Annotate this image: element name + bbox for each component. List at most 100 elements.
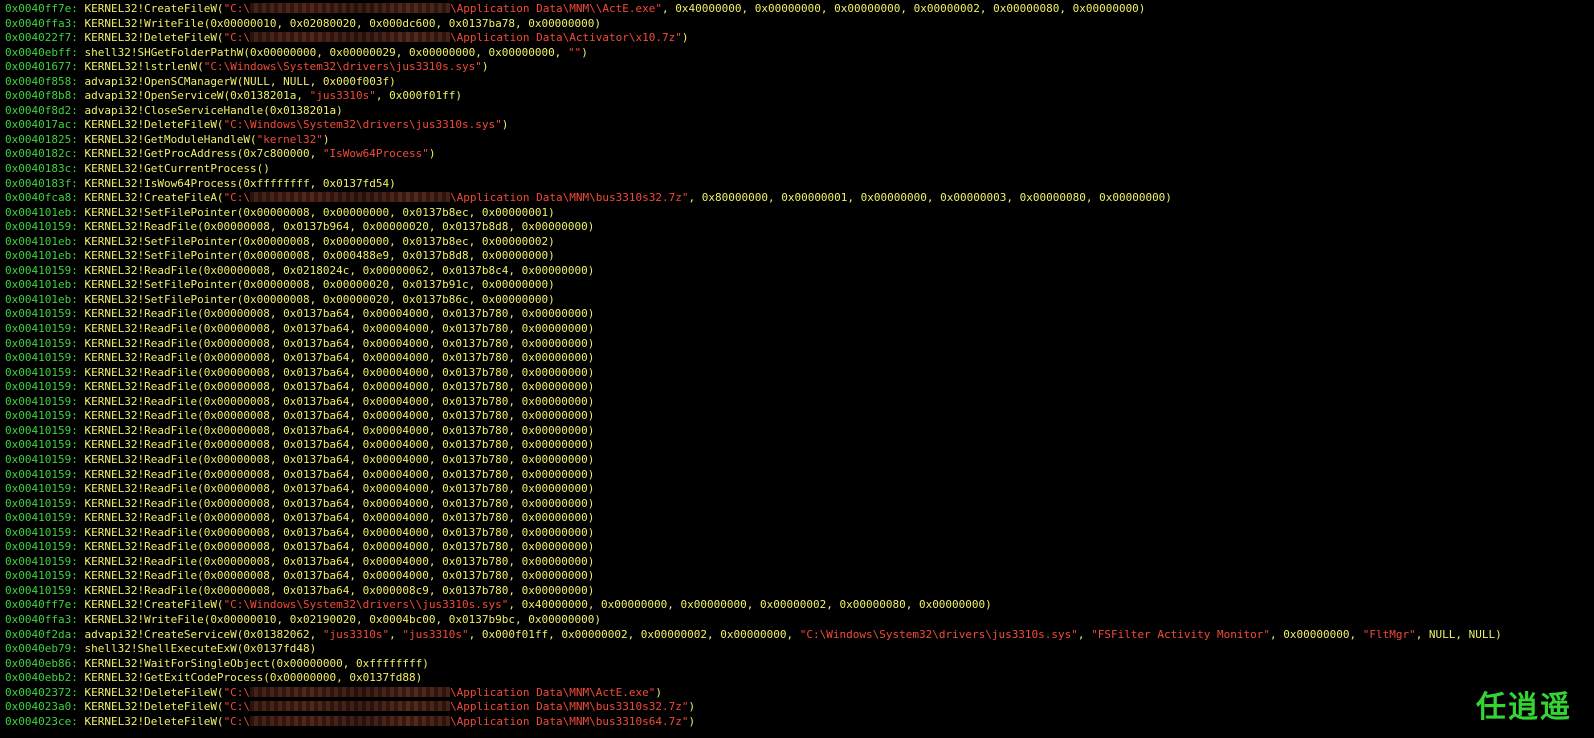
address-text: 0x00401825: [5, 132, 85, 146]
log-line: 0x004101eb: KERNEL32!SetFilePointer(0x00… [5, 235, 1594, 250]
address-text: 0x0040ebff: [5, 45, 85, 59]
log-line: 0x004101eb: KERNEL32!SetFilePointer(0x00… [5, 249, 1594, 264]
api-call-text: , [1077, 627, 1092, 641]
api-call-text: , 0x40000000, 0x00000000, 0x00000000, 0x… [508, 598, 992, 612]
address-text: 0x0040f2da: [5, 627, 85, 641]
address-text: 0x00410159: [5, 423, 85, 437]
address-text: 0x00410159: [5, 322, 85, 336]
api-call-text: KERNEL32!ReadFile(0x00000008, 0x0137ba64… [84, 525, 595, 539]
log-line: 0x0040fca8: KERNEL32!CreateFileA("C:\ \Ap… [5, 191, 1594, 206]
log-line: 0x00402372: KERNEL32!DeleteFileW("C:\ \Ap… [5, 686, 1594, 701]
string-arg-text: \Application Data\MNM\\ActE.exe" [450, 2, 662, 15]
string-arg-text: "C:\ [223, 191, 251, 205]
string-arg-text: "C:\ [223, 685, 251, 699]
api-call-text: ) [501, 118, 509, 132]
api-call-text: KERNEL32!ReadFile(0x00000008, 0x0137ba64… [84, 409, 595, 423]
address-text: 0x004101eb: [5, 292, 85, 306]
string-arg-text: "C:\ [223, 2, 251, 15]
api-call-text: KERNEL32!DeleteFileW( [84, 714, 224, 728]
log-line: 0x00401825: KERNEL32!GetModuleHandleW("k… [5, 133, 1594, 148]
api-call-text: , 0x00000000, [1269, 627, 1363, 641]
string-arg-text: "jus3310s" [309, 89, 376, 103]
api-call-text: ) [688, 714, 696, 728]
api-call-text: KERNEL32!GetProcAddress(0x7c800000, [84, 147, 323, 161]
address-text: 0x00410159: [5, 540, 85, 554]
address-text: 0x00410159: [5, 351, 85, 365]
api-call-text: KERNEL32!ReadFile(0x00000008, 0x0137ba64… [84, 511, 595, 525]
string-arg-text: "IsWow64Process" [322, 147, 429, 161]
api-call-text: KERNEL32!SetFilePointer(0x00000008, 0x00… [84, 249, 555, 263]
address-text: 0x0040ffa3: [5, 612, 85, 626]
address-text: 0x00401677: [5, 60, 85, 74]
address-text: 0x0040183c: [5, 162, 85, 176]
address-text: 0x0040f8b8: [5, 89, 85, 103]
api-call-text: KERNEL32!GetCurrentProcess() [84, 162, 270, 176]
log-line: 0x004101eb: KERNEL32!SetFilePointer(0x00… [5, 206, 1594, 221]
address-text: 0x00410159: [5, 452, 85, 466]
log-line: 0x0040eb86: KERNEL32!WaitForSingleObject… [5, 657, 1594, 672]
api-call-text: KERNEL32!ReadFile(0x00000008, 0x0137ba64… [84, 365, 595, 379]
log-line: 0x0040f8d2: advapi32!CloseServiceHandle(… [5, 104, 1594, 119]
api-call-text: KERNEL32!SetFilePointer(0x00000008, 0x00… [84, 292, 555, 306]
address-text: 0x004101eb: [5, 278, 85, 292]
log-line: 0x00410159: KERNEL32!ReadFile(0x00000008… [5, 220, 1594, 235]
watermark-logo: 任逍遥 [1476, 690, 1572, 725]
api-call-text: KERNEL32!SetFilePointer(0x00000008, 0x00… [84, 234, 555, 248]
log-line: 0x0040ffa3: KERNEL32!WriteFile(0x0000001… [5, 17, 1594, 32]
string-arg-text: "jus3310s" [402, 627, 469, 641]
log-line: 0x00410159: KERNEL32!ReadFile(0x00000008… [5, 409, 1594, 424]
log-line: 0x00410159: KERNEL32!ReadFile(0x00000008… [5, 511, 1594, 526]
address-text: 0x00410159: [5, 307, 85, 321]
address-text: 0x0040183f: [5, 176, 85, 190]
log-line: 0x00401677: KERNEL32!lstrlenW("C:\Window… [5, 60, 1594, 75]
api-call-text: KERNEL32!GetExitCodeProcess(0x00000000, … [84, 671, 423, 685]
address-text: 0x00410159: [5, 569, 85, 583]
api-call-text: KERNEL32!ReadFile(0x00000008, 0x0137ba64… [84, 569, 595, 583]
address-text: 0x00410159: [5, 525, 85, 539]
address-text: 0x00410159: [5, 554, 85, 568]
address-text: 0x004017ac: [5, 118, 85, 132]
log-line: 0x00410159: KERNEL32!ReadFile(0x00000008… [5, 584, 1594, 599]
api-call-text: KERNEL32!ReadFile(0x00000008, 0x0137ba64… [84, 583, 595, 597]
log-line: 0x00410159: KERNEL32!ReadFile(0x00000008… [5, 307, 1594, 322]
redacted-username [250, 701, 451, 712]
string-arg-text: \Application Data\MNM\bus3310s32.7z" [450, 700, 689, 714]
api-call-text: ) [581, 45, 588, 59]
address-text: 0x0040f858: [5, 74, 85, 88]
log-line: 0x00410159: KERNEL32!ReadFile(0x00000008… [5, 569, 1594, 584]
log-line: 0x00410159: KERNEL32!ReadFile(0x00000008… [5, 322, 1594, 337]
address-text: 0x00410159: [5, 394, 85, 408]
log-line: 0x0040183f: KERNEL32!IsWow64Process(0xff… [5, 177, 1594, 192]
log-line: 0x00410159: KERNEL32!ReadFile(0x00000008… [5, 468, 1594, 483]
address-text: 0x00410159: [5, 220, 85, 234]
api-call-text: ) [428, 147, 436, 161]
address-text: 0x0040ff7e: [5, 2, 85, 15]
string-arg-text: "jus3310s" [322, 627, 390, 641]
address-text: 0x00410159: [5, 511, 85, 525]
api-call-text: advapi32!CreateServiceW(0x01382062, [84, 627, 323, 641]
api-call-text: shell32!SHGetFolderPathW(0x00000000, 0x0… [84, 45, 568, 59]
api-call-text: KERNEL32!ReadFile(0x00000008, 0x0137ba64… [84, 423, 595, 437]
api-call-text: advapi32!OpenServiceW(0x0138201a, [84, 89, 310, 103]
api-call-text: KERNEL32!ReadFile(0x00000008, 0x0137ba64… [84, 482, 595, 496]
api-call-text: KERNEL32!ReadFile(0x00000008, 0x0137ba64… [84, 307, 595, 321]
api-call-text: KERNEL32!ReadFile(0x00000008, 0x0218024c… [84, 263, 595, 277]
log-line: 0x0040eb79: shell32!ShellExecuteExW(0x01… [5, 642, 1594, 657]
address-text: 0x00410159: [5, 263, 85, 277]
redacted-username [250, 715, 451, 726]
api-call-text: KERNEL32!GetModuleHandleW( [84, 132, 257, 146]
api-call-text: KERNEL32!ReadFile(0x00000008, 0x0137b964… [84, 220, 595, 234]
api-call-text: , 0x000f01ff, 0x00000002, 0x00000002, 0x… [468, 627, 800, 641]
address-text: 0x0040f8d2: [5, 103, 85, 117]
api-call-text: KERNEL32!ReadFile(0x00000008, 0x0137ba64… [84, 496, 595, 510]
log-line: 0x004022f7: KERNEL32!DeleteFileW("C:\ \Ap… [5, 31, 1594, 46]
api-call-text: KERNEL32!DeleteFileW( [84, 685, 224, 699]
log-line: 0x0040ffa3: KERNEL32!WriteFile(0x0000001… [5, 613, 1594, 628]
log-line: 0x00410159: KERNEL32!ReadFile(0x00000008… [5, 482, 1594, 497]
api-call-text: , [389, 627, 403, 641]
api-call-text: KERNEL32!ReadFile(0x00000008, 0x0137ba64… [84, 554, 595, 568]
address-text: 0x0040ff7e: [5, 598, 85, 612]
api-call-text: ) [655, 685, 662, 699]
api-call-text: KERNEL32!WriteFile(0x00000010, 0x0208002… [84, 16, 602, 30]
string-arg-text: "C:\Windows\System32\drivers\\jus3310s.s… [223, 598, 509, 612]
